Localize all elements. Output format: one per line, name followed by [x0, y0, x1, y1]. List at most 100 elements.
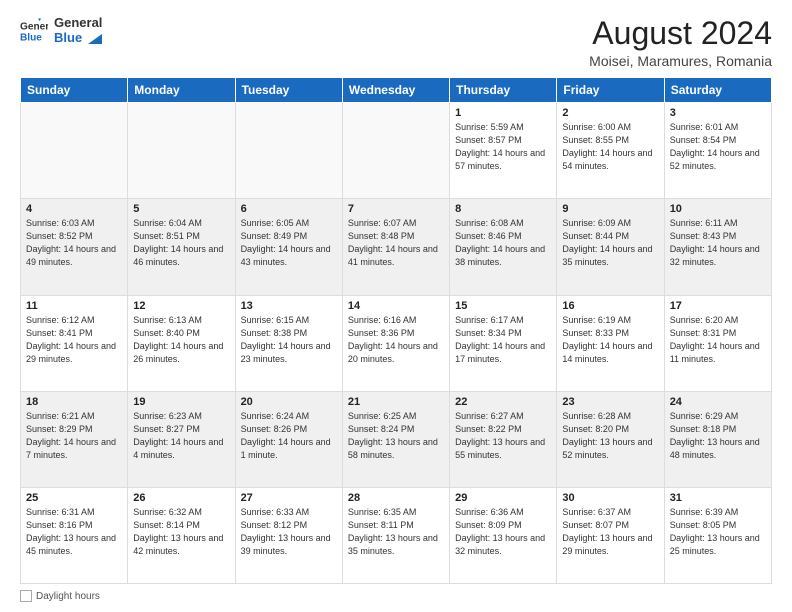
day-header-monday: Monday [128, 78, 235, 103]
cell-day-number: 20 [241, 396, 337, 408]
calendar-table: SundayMondayTuesdayWednesdayThursdayFrid… [20, 77, 772, 584]
cell-info: Sunrise: 5:59 AMSunset: 8:57 PMDaylight:… [455, 121, 551, 173]
cell-14: 14 Sunrise: 6:16 AMSunset: 8:36 PMDayligh… [342, 295, 449, 391]
cell-empty-2 [235, 103, 342, 199]
cell-13: 13Sunrise: 6:15 AMSunset: 8:38 PMDayligh… [235, 295, 342, 391]
cell-day-number: 23 [562, 396, 658, 408]
cell-info: Sunrise: 6:21 AMSunset: 8:29 PMDaylight:… [26, 410, 122, 462]
cell-info: Sunrise: 6:03 AMSunset: 8:52 PMDaylight:… [26, 217, 122, 269]
cell-info: Sunrise: 6:19 AMSunset: 8:33 PMDaylight:… [562, 314, 658, 366]
cell-info: Sunrise: 6:27 AMSunset: 8:22 PMDaylight:… [455, 410, 551, 462]
cell-day-number: 10 [670, 203, 766, 215]
title-block: August 2024 Moisei, Maramures, Romania [589, 16, 772, 69]
cell-empty-0 [21, 103, 128, 199]
cell-day-number: 25 [26, 492, 122, 504]
cell-day-number: 12 [133, 300, 229, 312]
cell-17: 17Sunrise: 6:20 AMSunset: 8:31 PMDayligh… [664, 295, 771, 391]
week-row-1: 4 Sunrise: 6:03 AMSunset: 8:52 PMDaylight… [21, 199, 772, 295]
page: General Blue General Blue August 2024 Mo… [0, 0, 792, 612]
svg-text:General: General [20, 21, 48, 32]
cell-day-number: 9 [562, 203, 658, 215]
day-header-wednesday: Wednesday [342, 78, 449, 103]
cell-22: 22 Sunrise: 6:27 AMSunset: 8:22 PMDayligh… [450, 391, 557, 487]
cell-3: 3 Sunrise: 6:01 AMSunset: 8:54 PMDaylight… [664, 103, 771, 199]
cell-25: 25 Sunrise: 6:31 AMSunset: 8:16 PMDayligh… [21, 487, 128, 583]
cell-info: Sunrise: 6:32 AMSunset: 8:14 PMDaylight:… [133, 506, 229, 558]
cell-29: 29Sunrise: 6:36 AMSunset: 8:09 PMDayligh… [450, 487, 557, 583]
cell-empty-3 [342, 103, 449, 199]
cell-info: Sunrise: 6:05 AMSunset: 8:49 PMDaylight:… [241, 217, 337, 269]
cell-28: 28Sunrise: 6:35 AMSunset: 8:11 PMDayligh… [342, 487, 449, 583]
cell-day-number: 16 [562, 300, 658, 312]
day-header-tuesday: Tuesday [235, 78, 342, 103]
cell-11: 11 Sunrise: 6:12 AMSunset: 8:41 PMDayligh… [21, 295, 128, 391]
cell-26: 26Sunrise: 6:32 AMSunset: 8:14 PMDayligh… [128, 487, 235, 583]
logo-icon: General Blue [20, 17, 48, 45]
cell-day-number: 1 [455, 107, 551, 119]
calendar: SundayMondayTuesdayWednesdayThursdayFrid… [20, 77, 772, 584]
cell-day-number: 4 [26, 203, 122, 215]
cell-day-number: 6 [241, 203, 337, 215]
week-row-2: 11 Sunrise: 6:12 AMSunset: 8:41 PMDayligh… [21, 295, 772, 391]
cell-day-number: 2 [562, 107, 658, 119]
logo: General Blue General Blue [20, 16, 102, 46]
cell-day-number: 11 [26, 300, 122, 312]
day-header-sunday: Sunday [21, 78, 128, 103]
cell-10: 10 Sunrise: 6:11 AMSunset: 8:43 PMDayligh… [664, 199, 771, 295]
cell-21: 21 Sunrise: 6:25 AMSunset: 8:24 PMDayligh… [342, 391, 449, 487]
cell-info: Sunrise: 6:11 AMSunset: 8:43 PMDaylight:… [670, 217, 766, 269]
cell-15: 15Sunrise: 6:17 AMSunset: 8:34 PMDayligh… [450, 295, 557, 391]
cell-info: Sunrise: 6:07 AMSunset: 8:48 PMDaylight:… [348, 217, 444, 269]
cell-5: 5 Sunrise: 6:04 AMSunset: 8:51 PMDaylight… [128, 199, 235, 295]
cell-day-number: 8 [455, 203, 551, 215]
header-row: General Blue General Blue August 2024 Mo… [20, 16, 772, 69]
week-row-4: 25 Sunrise: 6:31 AMSunset: 8:16 PMDayligh… [21, 487, 772, 583]
logo-blue: Blue [54, 31, 102, 46]
logo-general: General [54, 16, 102, 31]
cell-info: Sunrise: 6:16 AMSunset: 8:36 PMDaylight:… [348, 314, 444, 366]
cell-info: Sunrise: 6:13 AMSunset: 8:40 PMDaylight:… [133, 314, 229, 366]
day-header-saturday: Saturday [664, 78, 771, 103]
cell-9: 9 Sunrise: 6:09 AMSunset: 8:44 PMDaylight… [557, 199, 664, 295]
cell-24: 24 Sunrise: 6:29 AMSunset: 8:18 PMDayligh… [664, 391, 771, 487]
cell-4: 4 Sunrise: 6:03 AMSunset: 8:52 PMDaylight… [21, 199, 128, 295]
cell-info: Sunrise: 6:33 AMSunset: 8:12 PMDaylight:… [241, 506, 337, 558]
cell-day-number: 21 [348, 396, 444, 408]
cell-day-number: 24 [670, 396, 766, 408]
day-header-thursday: Thursday [450, 78, 557, 103]
cell-20: 20 Sunrise: 6:24 AMSunset: 8:26 PMDayligh… [235, 391, 342, 487]
cell-day-number: 22 [455, 396, 551, 408]
cell-30: 30Sunrise: 6:37 AMSunset: 8:07 PMDayligh… [557, 487, 664, 583]
cell-8: 8Sunrise: 6:08 AMSunset: 8:46 PMDaylight… [450, 199, 557, 295]
cell-info: Sunrise: 6:23 AMSunset: 8:27 PMDaylight:… [133, 410, 229, 462]
cell-info: Sunrise: 6:09 AMSunset: 8:44 PMDaylight:… [562, 217, 658, 269]
cell-7: 7 Sunrise: 6:07 AMSunset: 8:48 PMDaylight… [342, 199, 449, 295]
cell-day-number: 14 [348, 300, 444, 312]
cell-info: Sunrise: 6:24 AMSunset: 8:26 PMDaylight:… [241, 410, 337, 462]
cell-info: Sunrise: 6:00 AMSunset: 8:55 PMDaylight:… [562, 121, 658, 173]
cell-day-number: 7 [348, 203, 444, 215]
cell-info: Sunrise: 6:20 AMSunset: 8:31 PMDaylight:… [670, 314, 766, 366]
cell-info: Sunrise: 6:04 AMSunset: 8:51 PMDaylight:… [133, 217, 229, 269]
cell-18: 18Sunrise: 6:21 AMSunset: 8:29 PMDayligh… [21, 391, 128, 487]
cell-info: Sunrise: 6:29 AMSunset: 8:18 PMDaylight:… [670, 410, 766, 462]
day-header-friday: Friday [557, 78, 664, 103]
cell-16: 16 Sunrise: 6:19 AMSunset: 8:33 PMDayligh… [557, 295, 664, 391]
cell-info: Sunrise: 6:35 AMSunset: 8:11 PMDaylight:… [348, 506, 444, 558]
cell-day-number: 19 [133, 396, 229, 408]
cell-day-number: 5 [133, 203, 229, 215]
cell-31: 31Sunrise: 6:39 AMSunset: 8:05 PMDayligh… [664, 487, 771, 583]
header-row-days: SundayMondayTuesdayWednesdayThursdayFrid… [21, 78, 772, 103]
cell-info: Sunrise: 6:31 AMSunset: 8:16 PMDaylight:… [26, 506, 122, 558]
cell-info: Sunrise: 6:01 AMSunset: 8:54 PMDaylight:… [670, 121, 766, 173]
cell-info: Sunrise: 6:17 AMSunset: 8:34 PMDaylight:… [455, 314, 551, 366]
daylight-legend: Daylight hours [20, 590, 100, 602]
cell-info: Sunrise: 6:25 AMSunset: 8:24 PMDaylight:… [348, 410, 444, 462]
cell-empty-1 [128, 103, 235, 199]
cell-day-number: 3 [670, 107, 766, 119]
cell-2: 2 Sunrise: 6:00 AMSunset: 8:55 PMDaylight… [557, 103, 664, 199]
cell-info: Sunrise: 6:36 AMSunset: 8:09 PMDaylight:… [455, 506, 551, 558]
cell-info: Sunrise: 6:12 AMSunset: 8:41 PMDaylight:… [26, 314, 122, 366]
cell-day-number: 13 [241, 300, 337, 312]
cell-6: 6 Sunrise: 6:05 AMSunset: 8:49 PMDaylight… [235, 199, 342, 295]
